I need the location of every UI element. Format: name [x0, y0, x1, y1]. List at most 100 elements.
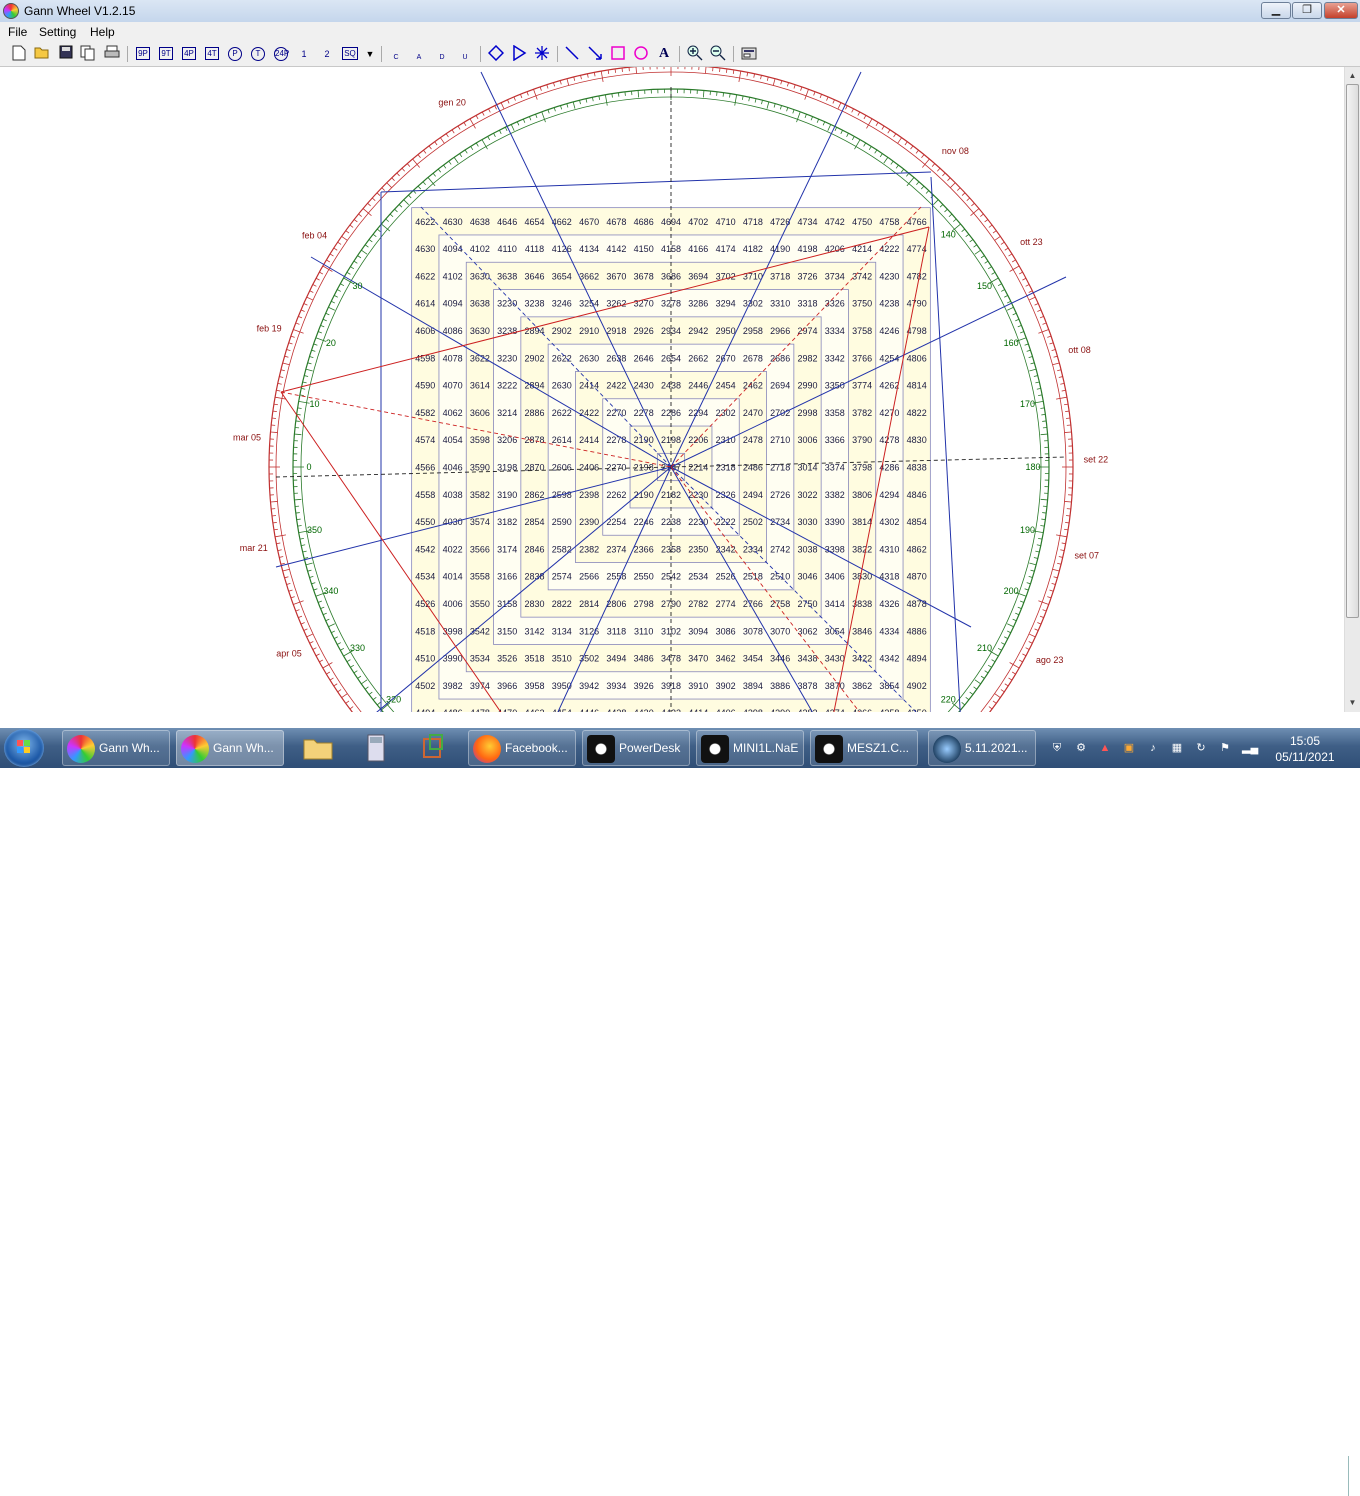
- taskbar-item-facebook[interactable]: Facebook...: [468, 730, 576, 766]
- degree-label: 210: [977, 643, 992, 653]
- minimize-button[interactable]: ▁: [1261, 2, 1291, 19]
- grid-cell-value: 2486: [743, 463, 763, 473]
- wheel-tick: [560, 106, 561, 110]
- arrow-line-icon[interactable]: [586, 45, 604, 63]
- save-icon[interactable]: [57, 45, 75, 63]
- tool-4t-button[interactable]: 4T: [203, 45, 221, 63]
- tool-4p-button[interactable]: 4P: [180, 45, 198, 63]
- wheel-tick: [1005, 248, 1008, 250]
- taskbar-item-gann-wheel-2[interactable]: Gann Wh...: [176, 730, 284, 766]
- speaker-tray-icon[interactable]: ♪: [1146, 741, 1160, 755]
- network-settings-tray-icon[interactable]: ⚙: [1074, 741, 1088, 755]
- properties-icon[interactable]: [740, 45, 758, 63]
- wheel-tick: [350, 707, 353, 709]
- security-tray-icon[interactable]: ⛨: [1050, 741, 1064, 755]
- tool-t-button[interactable]: T: [249, 45, 267, 63]
- wheel-tick: [814, 92, 815, 96]
- copy-icon[interactable]: [79, 45, 97, 63]
- display-tray-icon[interactable]: ▦: [1170, 741, 1184, 755]
- grid-cell-value: 4886: [907, 626, 927, 636]
- taskbar-item-mesz1[interactable]: MESZ1.C...: [810, 730, 918, 766]
- window-title: Gann Wheel V1.2.15: [24, 4, 135, 18]
- menu-help[interactable]: Help: [90, 25, 115, 39]
- grid-cell-value: 2590: [552, 517, 572, 527]
- wheel-tick: [318, 601, 322, 602]
- wheel-tick: [1054, 356, 1058, 357]
- menu-file[interactable]: File: [8, 25, 27, 39]
- grid-cell-value: 4734: [797, 217, 817, 227]
- grid-cell-value: 4454: [552, 708, 572, 712]
- wheel-tick: [801, 87, 802, 91]
- wheel-tick: [1010, 663, 1020, 669]
- wheel-tick: [342, 236, 348, 240]
- vertical-scrollbar[interactable]: ▲ ▼: [1344, 67, 1360, 712]
- taskbar-item-powerdesk[interactable]: PowerDesk: [582, 730, 690, 766]
- start-button[interactable]: [4, 729, 44, 767]
- print-icon[interactable]: [103, 45, 121, 63]
- new-icon[interactable]: [10, 45, 28, 63]
- scroll-down-arrow-icon[interactable]: ▼: [1346, 695, 1359, 710]
- clock-time[interactable]: 15:05: [1290, 734, 1320, 748]
- star-lines-icon[interactable]: [533, 45, 551, 63]
- tool-d-button[interactable]: D: [433, 45, 451, 63]
- grid-cell-value: 4006: [443, 599, 463, 609]
- gann-wheel-app-icon[interactable]: [3, 3, 19, 19]
- circle-icon[interactable]: [632, 45, 650, 63]
- explorer-folder-icon[interactable]: [298, 731, 338, 765]
- open-icon[interactable]: [33, 45, 51, 63]
- wheel-tick: [845, 106, 847, 110]
- tool-p-button[interactable]: P: [226, 45, 244, 63]
- close-button[interactable]: ✕: [1324, 2, 1358, 19]
- tool-triangle-1-button[interactable]: 1: [295, 45, 313, 63]
- taskbar-item-gann-wheel-1[interactable]: Gann Wh...: [62, 730, 170, 766]
- sync-tray-icon[interactable]: ↻: [1194, 741, 1208, 755]
- tool-9t-button[interactable]: 9T: [157, 45, 175, 63]
- taskbar-item-mini1l[interactable]: MINI1L.NaE: [696, 730, 804, 766]
- grid-cell-value: 2502: [743, 517, 763, 527]
- triangle-icon[interactable]: [510, 45, 528, 63]
- zoom-out-icon[interactable]: [709, 45, 727, 63]
- menu-setting[interactable]: Setting: [39, 25, 76, 39]
- tool-24p-button[interactable]: 24P: [272, 45, 290, 63]
- zoom-in-icon[interactable]: [686, 45, 704, 63]
- show-desktop-button[interactable]: [1348, 1456, 1360, 1496]
- document-app-icon: [933, 735, 961, 763]
- tool-u-button[interactable]: U: [456, 45, 474, 63]
- wheel-tick: [404, 200, 409, 205]
- line-icon[interactable]: [563, 45, 581, 63]
- wheel-tick: [527, 92, 528, 96]
- scrollbar-thumb[interactable]: [1346, 84, 1359, 618]
- gann-wheel[interactable]: 4622463046384646465446624670467846864694…: [0, 67, 1344, 712]
- wheel-tick: [293, 601, 303, 605]
- text-tool-icon[interactable]: A: [655, 45, 673, 63]
- tool-9p-button[interactable]: 9P: [134, 45, 152, 63]
- tool-sq-button[interactable]: SQ: [341, 45, 359, 63]
- rectangle-icon[interactable]: [609, 45, 627, 63]
- taskbar-item-date-file[interactable]: 5.11.2021...: [928, 730, 1036, 766]
- antivirus-tray-icon[interactable]: ▲: [1098, 741, 1112, 755]
- wheel-tick: [303, 551, 307, 552]
- wheel-tick: [424, 150, 426, 153]
- sq-dropdown-arrow-icon[interactable]: ▼: [361, 45, 379, 63]
- wheel-tick: [749, 97, 750, 101]
- wheel-tick: [289, 343, 293, 344]
- calculator-icon[interactable]: [356, 731, 396, 765]
- wheel-tick: [1035, 551, 1039, 552]
- tool-a-button[interactable]: A: [410, 45, 428, 63]
- grid-cell-value: 3494: [606, 654, 626, 664]
- update-tray-icon[interactable]: ▣: [1122, 741, 1136, 755]
- clock-date[interactable]: 05/11/2021: [1272, 750, 1338, 764]
- wheel-tick: [377, 702, 380, 705]
- tool-c-button[interactable]: C: [387, 45, 405, 63]
- scroll-up-arrow-icon[interactable]: ▲: [1346, 68, 1359, 83]
- flag-tray-icon[interactable]: ⚑: [1218, 741, 1232, 755]
- construction-line: [381, 172, 931, 192]
- gann-wheel-canvas[interactable]: 4622463046384646465446624670467846864694…: [0, 67, 1344, 712]
- grid-cell-value: 3590: [470, 463, 490, 473]
- grid-cell-value: 3150: [497, 626, 517, 636]
- snipping-tool-icon[interactable]: [412, 731, 452, 765]
- tool-triangle-2-button[interactable]: 2: [318, 45, 336, 63]
- signal-tray-icon[interactable]: ▂▄: [1242, 741, 1256, 755]
- diamond-icon[interactable]: [487, 45, 505, 63]
- maximize-button[interactable]: ❐: [1292, 2, 1322, 19]
